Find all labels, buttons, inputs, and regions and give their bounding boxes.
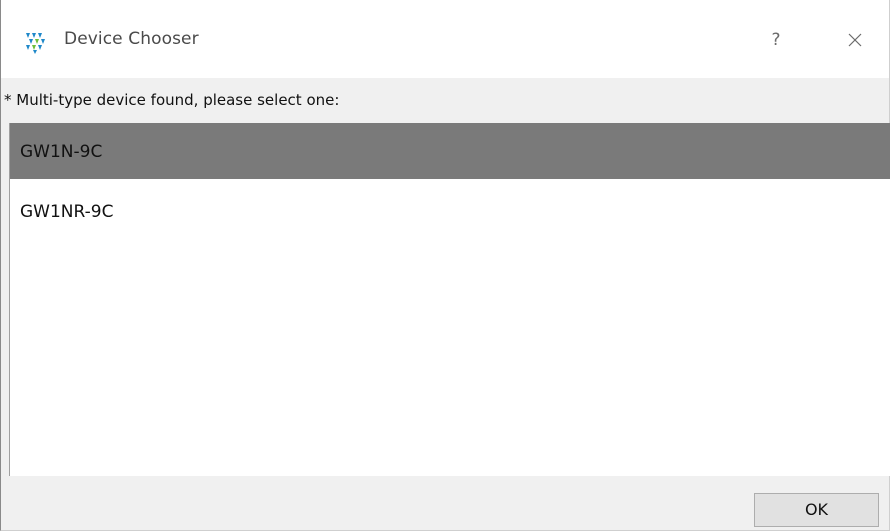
device-list-item[interactable]: GW1NR-9C (10, 183, 890, 239)
close-button[interactable] (830, 22, 880, 58)
device-label: GW1N-9C (20, 142, 103, 162)
help-button[interactable]: ? (754, 22, 798, 58)
device-label: GW1NR-9C (20, 202, 114, 222)
ok-button[interactable]: OK (754, 493, 879, 527)
device-list-item[interactable]: GW1N-9C (10, 123, 890, 179)
prompt-area: * Multi-type device found, please select… (1, 78, 889, 123)
device-chooser-dialog: Device Chooser ? * Multi-type device fou… (0, 0, 890, 531)
title-bar[interactable]: Device Chooser ? (1, 0, 889, 78)
window-title: Device Chooser (64, 29, 199, 49)
close-icon (830, 33, 880, 62)
dialog-footer: OK (1, 476, 889, 530)
selection-prompt: * Multi-type device found, please select… (4, 91, 340, 109)
gowin-logo-icon (24, 30, 46, 54)
device-list[interactable]: GW1N-9C GW1NR-9C (9, 123, 890, 476)
